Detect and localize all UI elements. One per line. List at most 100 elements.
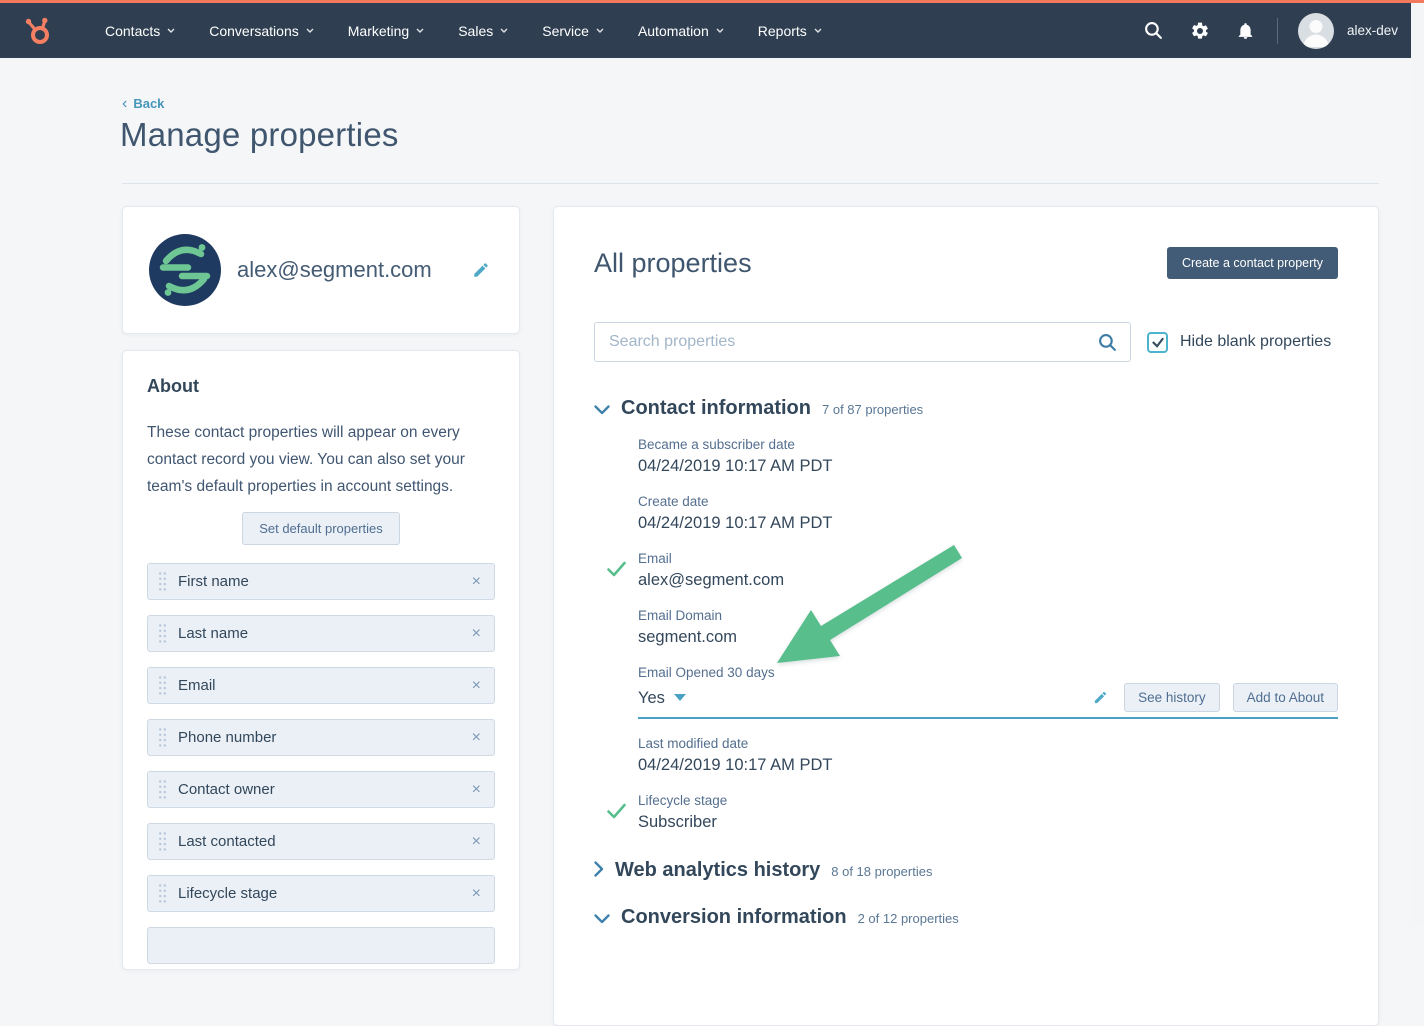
section-conversion-information[interactable]: Conversion information 2 of 12 propertie… [594,906,1338,929]
chip-label: Lifecycle stage [178,885,472,902]
remove-icon[interactable]: × [472,574,481,590]
hubspot-logo-icon[interactable] [22,15,54,47]
green-check-icon [607,561,626,582]
search-icon[interactable] [1131,21,1177,40]
drag-handle-icon[interactable] [158,675,167,696]
about-property-chip-last-contacted[interactable]: Last contacted × [147,823,495,860]
segment-logo-avatar [149,234,221,306]
chevron-down-icon [716,28,724,33]
nav-item-automation[interactable]: Automation [621,3,741,58]
username[interactable]: alex-dev [1347,23,1398,38]
property-value: Subscriber [638,811,1338,833]
drag-handle-icon[interactable] [158,831,167,852]
user-avatar[interactable] [1298,13,1334,49]
chevron-down-icon [814,28,822,33]
property-label: Create date [638,493,1338,510]
about-property-chip-phone-number[interactable]: Phone number × [147,719,495,756]
remove-icon[interactable]: × [472,626,481,642]
remove-icon[interactable]: × [472,886,481,902]
see-history-button[interactable]: See history [1124,683,1220,712]
about-title: About [147,376,495,397]
property-create-date: Create date 04/24/2019 10:17 AM PDT [638,493,1338,534]
chevron-down-icon [416,28,424,33]
nav-item-sales[interactable]: Sales [441,3,525,58]
section-title: Conversion information [621,906,847,929]
property-value: 04/24/2019 10:17 AM PDT [638,455,1338,477]
chip-label: Contact owner [178,781,472,798]
property-email: Email alex@segment.com [638,550,1338,591]
nav-item-marketing[interactable]: Marketing [331,3,441,58]
section-contact-information[interactable]: Contact information 7 of 87 properties [594,397,1338,420]
search-icon[interactable] [1098,333,1117,357]
drag-handle-icon[interactable] [158,883,167,904]
property-edit-row: Yes See history Add to About [638,683,1338,719]
property-label: Became a subscriber date [638,436,1338,453]
search-properties-input[interactable] [595,323,1082,361]
checkmark-icon [1151,335,1165,349]
chevron-down-icon [500,28,508,33]
nav-item-contacts[interactable]: Contacts [88,3,192,58]
drag-handle-icon[interactable] [158,779,167,800]
green-check-icon [607,803,626,824]
back-label: Back [133,96,164,111]
edit-email-pencil-icon[interactable] [472,261,490,279]
hide-blank-checkbox[interactable] [1147,332,1168,353]
property-email-domain: Email Domain segment.com [638,607,1338,648]
section-count: 8 of 18 properties [831,864,932,879]
profile-card: alex@segment.com [122,206,520,334]
property-value: 04/24/2019 10:17 AM PDT [638,512,1338,534]
header-divider [122,183,1379,184]
nav-item-label: Contacts [105,23,160,39]
property-value: segment.com [638,626,1338,648]
topbar-actions: alex-dev [1131,13,1424,49]
property-lifecycle-stage: Lifecycle stage Subscriber [638,792,1338,833]
chevron-down-icon [594,911,610,929]
top-navigation-bar: Contacts Conversations Marketing Sales S… [0,0,1424,58]
add-to-about-button[interactable]: Add to About [1233,683,1338,712]
about-property-chip-first-name[interactable]: First name × [147,563,495,600]
hide-blank-properties-toggle[interactable]: Hide blank properties [1147,332,1331,353]
property-label: Last modified date [638,735,1338,752]
about-property-chip-contact-owner[interactable]: Contact owner × [147,771,495,808]
gear-icon[interactable] [1177,21,1223,41]
property-became-subscriber-date: Became a subscriber date 04/24/2019 10:1… [638,436,1338,477]
property-label: Lifecycle stage [638,792,1338,809]
section-title: Web analytics history [615,859,820,882]
back-link[interactable]: ‹ Back [122,96,164,111]
search-properties-box [594,322,1131,362]
edit-pencil-icon[interactable] [1093,690,1108,705]
remove-icon[interactable]: × [472,678,481,694]
all-properties-panel: All properties Create a contact property… [553,206,1379,1026]
remove-icon[interactable]: × [472,782,481,798]
nav-item-label: Conversations [209,23,299,39]
main-menu: Contacts Conversations Marketing Sales S… [88,3,839,58]
contact-email: alex@segment.com [237,257,456,283]
about-property-chip-lifecycle-stage[interactable]: Lifecycle stage × [147,875,495,912]
drag-handle-icon[interactable] [158,623,167,644]
remove-icon[interactable]: × [472,834,481,850]
create-contact-property-button[interactable]: Create a contact property [1167,247,1338,279]
property-value: Yes [638,687,665,709]
property-label: Email Opened 30 days [638,664,1338,681]
drag-handle-icon[interactable] [158,727,167,748]
page-title: Manage properties [120,116,399,154]
about-description: These contact properties will appear on … [147,419,495,500]
set-default-properties-button[interactable]: Set default properties [242,512,400,545]
chevron-down-icon [594,402,610,420]
dropdown-caret-icon[interactable] [674,694,686,701]
nav-item-conversations[interactable]: Conversations [192,3,331,58]
nav-item-reports[interactable]: Reports [741,3,839,58]
about-property-chip-last-name[interactable]: Last name × [147,615,495,652]
about-property-chip-partial[interactable] [147,927,495,964]
bell-icon[interactable] [1223,21,1269,41]
drag-handle-icon[interactable] [158,571,167,592]
nav-item-service[interactable]: Service [525,3,621,58]
chip-label: Email [178,677,472,694]
section-web-analytics-history[interactable]: Web analytics history 8 of 18 properties [594,859,1338,882]
about-property-chip-email[interactable]: Email × [147,667,495,704]
chip-label: First name [178,573,472,590]
nav-item-label: Marketing [348,23,409,39]
remove-icon[interactable]: × [472,730,481,746]
property-last-modified-date: Last modified date 04/24/2019 10:17 AM P… [638,735,1338,776]
scrollbar[interactable] [1411,3,1424,925]
